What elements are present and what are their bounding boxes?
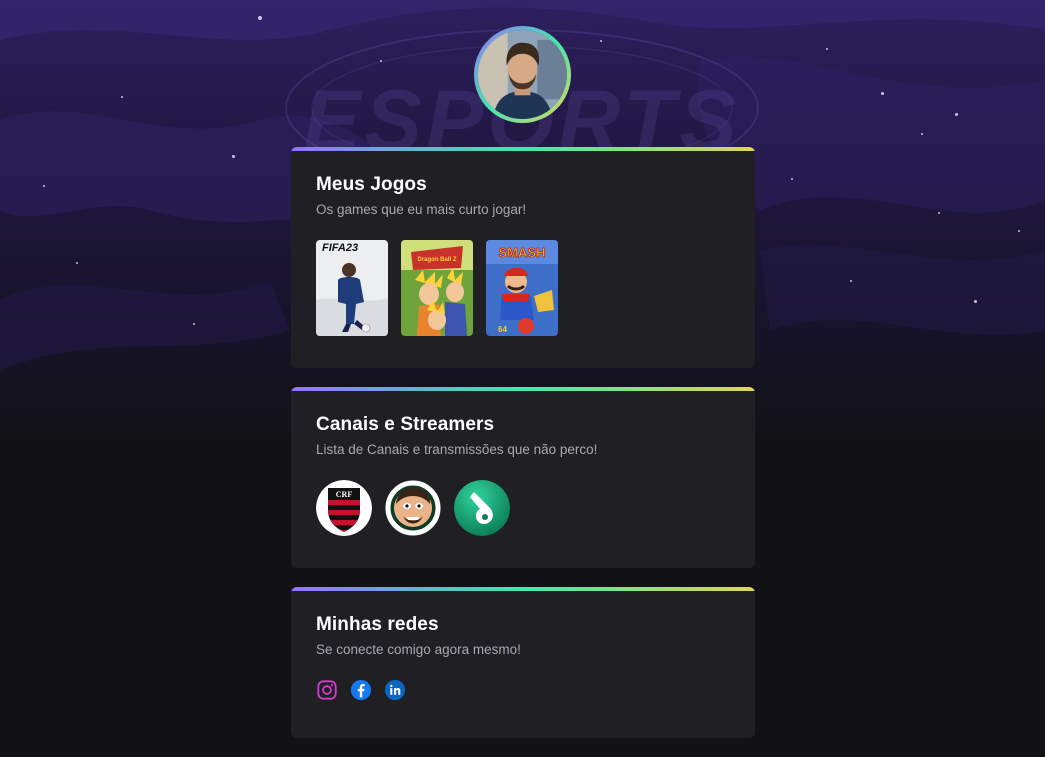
game-fifa23[interactable]: FIFA23 <box>316 240 388 336</box>
smash-cover-icon: SMASH 64 <box>486 240 558 336</box>
instagram-link[interactable] <box>316 679 338 701</box>
avatar-photo <box>478 30 567 119</box>
game-super-smash-bros[interactable]: SMASH 64 <box>486 240 558 336</box>
avatar <box>478 30 567 119</box>
channel-whistle[interactable] <box>454 480 510 536</box>
games-subtitle: Os games que eu mais curto jogar! <box>316 202 527 217</box>
channels-title: Canais e Streamers <box>316 414 495 435</box>
social-subtitle: Se conecte comigo agora mesmo! <box>316 642 521 657</box>
social-title: Minhas redes <box>316 614 439 635</box>
whistle-logo-icon <box>454 480 510 536</box>
channels-card: Canais e Streamers Lista de Canais e tra… <box>291 387 755 568</box>
channels-list: CRF <box>316 480 510 536</box>
flamengo-crest-icon: CRF <box>316 480 372 536</box>
smash-cover-text: SMASH <box>499 245 546 260</box>
game-dragon-ball-z[interactable]: Dragon Ball Z <box>401 240 473 336</box>
channels-subtitle: Lista de Canais e transmissões que não p… <box>316 442 598 457</box>
games-card: Meus Jogos Os games que eu mais curto jo… <box>291 147 755 368</box>
channel-flamengo[interactable]: CRF <box>316 480 372 536</box>
games-list: FIFA23 Dragon Ball Z SMASH 64 <box>316 240 558 336</box>
social-list <box>316 679 406 701</box>
profile-avatar-ring <box>474 26 571 123</box>
channel-casimiro[interactable] <box>385 480 441 536</box>
facebook-icon <box>350 679 372 701</box>
svg-text:64: 64 <box>498 325 507 334</box>
dragon-ball-cover-text: Dragon Ball Z <box>417 257 456 263</box>
casimiro-logo-icon <box>385 480 441 536</box>
instagram-icon <box>317 680 337 700</box>
facebook-link[interactable] <box>350 679 372 701</box>
linkedin-icon <box>384 679 406 701</box>
fifa23-cover-text: FIFA23 <box>322 242 358 254</box>
games-title: Meus Jogos <box>316 174 427 195</box>
dragon-ball-cover-icon: Dragon Ball Z <box>401 240 473 336</box>
svg-text:CRF: CRF <box>336 490 353 499</box>
fifa23-cover-icon: FIFA23 <box>316 240 388 336</box>
social-card: Minhas redes Se conecte comigo agora mes… <box>291 587 755 738</box>
linkedin-link[interactable] <box>384 679 406 701</box>
